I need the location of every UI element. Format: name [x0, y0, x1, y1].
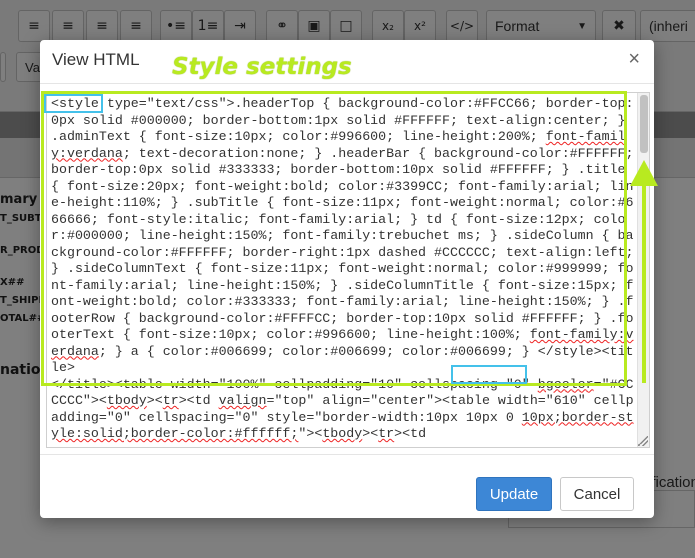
code-segment: bgcolor: [537, 376, 594, 392]
code-segment: tr: [162, 393, 179, 408]
code-segment: "><: [298, 426, 323, 441]
code-segment: ><td: [394, 426, 427, 441]
scrollbar-thumb[interactable]: [640, 95, 648, 153]
html-source-textarea[interactable]: <style type="text/css">.headerTop { back…: [46, 92, 650, 448]
style-settings-annotation: Style settings: [172, 54, 352, 80]
code-segment: ><td: [178, 393, 219, 408]
view-html-dialog: View HTML × <style type="text/css">.head…: [40, 40, 654, 518]
code-segment: ; text-decoration:none; } .headerBar { b…: [51, 145, 634, 343]
arrow-up-icon: [630, 160, 658, 383]
dialog-title: View HTML: [52, 50, 140, 69]
update-button[interactable]: Update: [476, 477, 552, 511]
dialog-footer: Update Cancel: [40, 454, 654, 518]
code-segment: ><: [362, 426, 379, 441]
code-segment: tbody: [322, 426, 363, 441]
code-segment: valign: [218, 393, 267, 408]
code-segment: ; } a { color:#006699; color:#006699; co…: [98, 343, 538, 359]
code-segment: tbody: [106, 393, 147, 408]
html-source-text: <style type="text/css">.headerTop { back…: [47, 93, 641, 443]
cancel-button[interactable]: Cancel: [560, 477, 634, 511]
resize-handle-icon[interactable]: [638, 436, 648, 446]
close-icon[interactable]: ×: [628, 49, 640, 69]
style-open-highlight: [44, 94, 103, 113]
style-close-highlight: [451, 365, 527, 384]
code-segment: ><: [146, 393, 163, 408]
code-segment: tr: [378, 426, 395, 441]
style-close-tag: </style>: [537, 343, 602, 359]
